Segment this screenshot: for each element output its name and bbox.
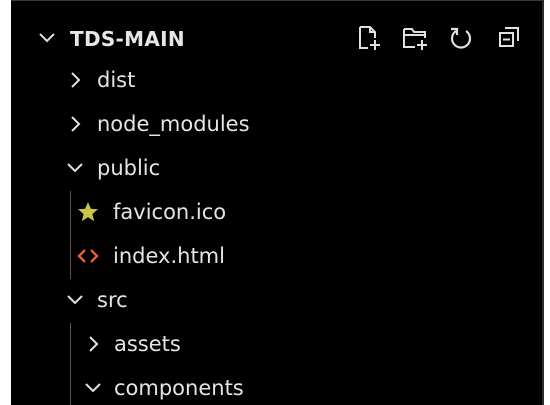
tree-item-label: index.html [113, 244, 225, 268]
tree-item-components[interactable]: components [11, 367, 542, 405]
workspace-title: TDS-MAIN [70, 27, 185, 51]
explorer-panel: TDS-MAIN dist node_modules public favico… [11, 0, 542, 405]
html-code-icon [77, 249, 99, 263]
tree-item-label: node_modules [97, 112, 250, 136]
chevron-right-icon [71, 116, 81, 132]
chevron-right-icon [71, 72, 81, 88]
chevron-right-icon [89, 336, 99, 352]
tree-item-assets[interactable]: assets [11, 323, 542, 365]
tree-item-label: components [114, 376, 244, 400]
tree-item-label: src [97, 288, 128, 312]
tree-item-label: public [97, 156, 161, 180]
tree-item-src[interactable]: src [11, 279, 542, 321]
tree-item-node-modules[interactable]: node_modules [11, 103, 542, 145]
star-icon [78, 202, 98, 222]
tree-item-index-html[interactable]: index.html [11, 235, 542, 277]
tree-item-label: assets [114, 332, 181, 356]
tree-item-label: dist [97, 68, 136, 92]
chevron-down-icon [85, 383, 101, 393]
new-folder-button[interactable] [400, 22, 432, 54]
tree-item-label: favicon.ico [113, 200, 227, 224]
new-file-icon [359, 26, 380, 50]
new-folder-icon [403, 28, 427, 50]
tree-item-favicon[interactable]: favicon.ico [11, 191, 542, 233]
chevron-down-icon [67, 163, 83, 173]
tree-item-dist[interactable]: dist [11, 59, 542, 101]
collapse-all-button[interactable] [493, 22, 525, 54]
refresh-icon [450, 27, 472, 49]
explorer-header[interactable]: TDS-MAIN [11, 19, 542, 59]
tree-item-public[interactable]: public [11, 147, 542, 189]
refresh-button[interactable] [445, 22, 477, 54]
chevron-down-icon[interactable] [37, 28, 57, 48]
chevron-down-icon [67, 295, 83, 305]
panel-border [542, 0, 544, 405]
collapse-all-icon [499, 27, 519, 47]
new-file-button[interactable] [353, 22, 385, 54]
